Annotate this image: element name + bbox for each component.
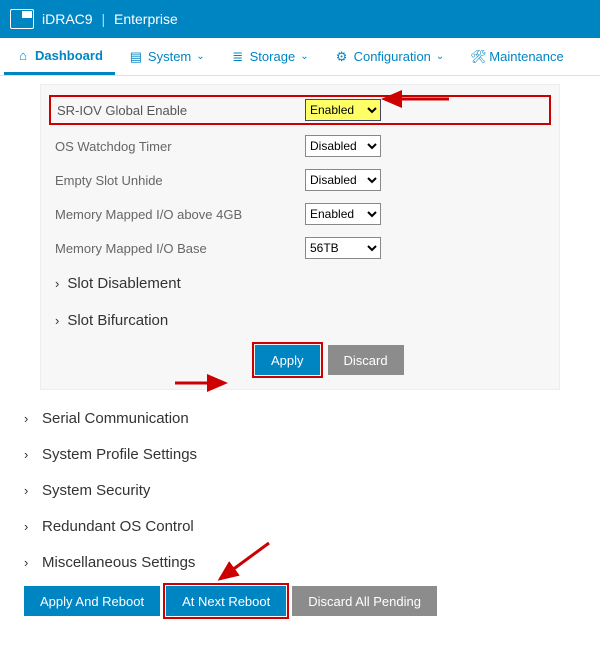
emptyslot-select[interactable]: Disabled <box>305 169 381 191</box>
nav-system-label: System <box>148 49 191 64</box>
serial-label: Serial Communication <box>42 410 189 427</box>
setting-row-watchdog: OS Watchdog Timer Disabled <box>55 129 545 163</box>
accordion-slot-disablement[interactable]: › Slot Disablement <box>55 265 545 302</box>
accordion-system-profile[interactable]: › System Profile Settings <box>24 436 576 472</box>
chevron-down-icon: ⌄ <box>196 51 204 62</box>
title-separator: | <box>101 11 105 27</box>
header-bar: iDRAC9 | Enterprise <box>0 0 600 38</box>
discard-button[interactable]: Discard <box>328 345 404 375</box>
chevron-right-icon: › <box>24 519 34 534</box>
nav-storage[interactable]: ≣ Storage ⌄ <box>219 38 321 75</box>
accordion-misc-settings[interactable]: › Miscellaneous Settings <box>24 544 576 580</box>
panel-button-row: Apply Discard <box>55 345 545 375</box>
chevron-right-icon: › <box>55 313 59 328</box>
slot-bifurcation-label: Slot Bifurcation <box>67 312 168 329</box>
setting-row-emptyslot: Empty Slot Unhide Disabled <box>55 163 545 197</box>
nav-maintenance[interactable]: 🛠 Maintenance <box>458 38 575 75</box>
profile-label: System Profile Settings <box>42 446 197 463</box>
sriov-label: SR-IOV Global Enable <box>55 103 305 118</box>
mmio4gb-select[interactable]: Enabled <box>305 203 381 225</box>
settings-panel: SR-IOV Global Enable Enabled OS Watchdog… <box>40 84 560 390</box>
watchdog-select[interactable]: Disabled <box>305 135 381 157</box>
sriov-select[interactable]: Enabled <box>305 99 381 121</box>
sliders-icon: ⚙ <box>335 49 349 65</box>
nav-dashboard[interactable]: ⌂ Dashboard <box>4 38 115 75</box>
misc-label: Miscellaneous Settings <box>42 554 195 571</box>
product-tier: Enterprise <box>114 11 178 27</box>
accordion-redundant-os[interactable]: › Redundant OS Control <box>24 508 576 544</box>
chevron-right-icon: › <box>24 411 34 426</box>
nav-dashboard-label: Dashboard <box>35 48 103 63</box>
chevron-down-icon: ⌄ <box>436 51 444 62</box>
setting-row-mmiobase: Memory Mapped I/O Base 56TB <box>55 231 545 265</box>
content-area: SR-IOV Global Enable Enabled OS Watchdog… <box>0 76 600 616</box>
nav-configuration[interactable]: ⚙ Configuration ⌄ <box>323 38 457 75</box>
mmiobase-select[interactable]: 56TB <box>305 237 381 259</box>
watchdog-label: OS Watchdog Timer <box>55 139 305 154</box>
accordion-slot-bifurcation[interactable]: › Slot Bifurcation <box>55 302 545 339</box>
setting-row-mmio4gb: Memory Mapped I/O above 4GB Enabled <box>55 197 545 231</box>
redundant-label: Redundant OS Control <box>42 518 194 535</box>
security-label: System Security <box>42 482 150 499</box>
nav-maintenance-label: Maintenance <box>489 49 563 64</box>
chevron-right-icon: › <box>24 483 34 498</box>
slot-disablement-label: Slot Disablement <box>67 275 180 292</box>
setting-row-sriov: SR-IOV Global Enable Enabled <box>49 95 551 125</box>
brand-logo-icon <box>10 9 34 29</box>
nav-system[interactable]: ▤ System ⌄ <box>117 38 217 75</box>
at-next-reboot-button[interactable]: At Next Reboot <box>166 586 286 616</box>
apply-and-reboot-button[interactable]: Apply And Reboot <box>24 586 160 616</box>
apply-button[interactable]: Apply <box>255 345 320 375</box>
home-icon: ⌂ <box>16 48 30 63</box>
accordion-serial-communication[interactable]: › Serial Communication <box>24 400 576 436</box>
accordion-system-security[interactable]: › System Security <box>24 472 576 508</box>
annotation-arrow <box>173 373 233 396</box>
nav-storage-label: Storage <box>250 49 296 64</box>
top-nav: ⌂ Dashboard ▤ System ⌄ ≣ Storage ⌄ ⚙ Con… <box>0 38 600 76</box>
nav-configuration-label: Configuration <box>354 49 431 64</box>
brand-title: iDRAC9 | Enterprise <box>42 11 178 27</box>
chevron-down-icon: ⌄ <box>300 51 308 62</box>
database-icon: ≣ <box>231 49 245 65</box>
chevron-right-icon: › <box>24 555 34 570</box>
wrench-icon: 🛠 <box>470 49 484 65</box>
chevron-right-icon: › <box>24 447 34 462</box>
discard-all-pending-button[interactable]: Discard All Pending <box>292 586 437 616</box>
emptyslot-label: Empty Slot Unhide <box>55 173 305 188</box>
accordion-list: › Serial Communication › System Profile … <box>10 400 590 580</box>
footer-button-row: Apply And Reboot At Next Reboot Discard … <box>10 580 590 616</box>
product-name: iDRAC9 <box>42 11 93 27</box>
server-icon: ▤ <box>129 49 143 65</box>
mmiobase-label: Memory Mapped I/O Base <box>55 241 305 256</box>
mmio4gb-label: Memory Mapped I/O above 4GB <box>55 207 305 222</box>
chevron-right-icon: › <box>55 276 59 291</box>
